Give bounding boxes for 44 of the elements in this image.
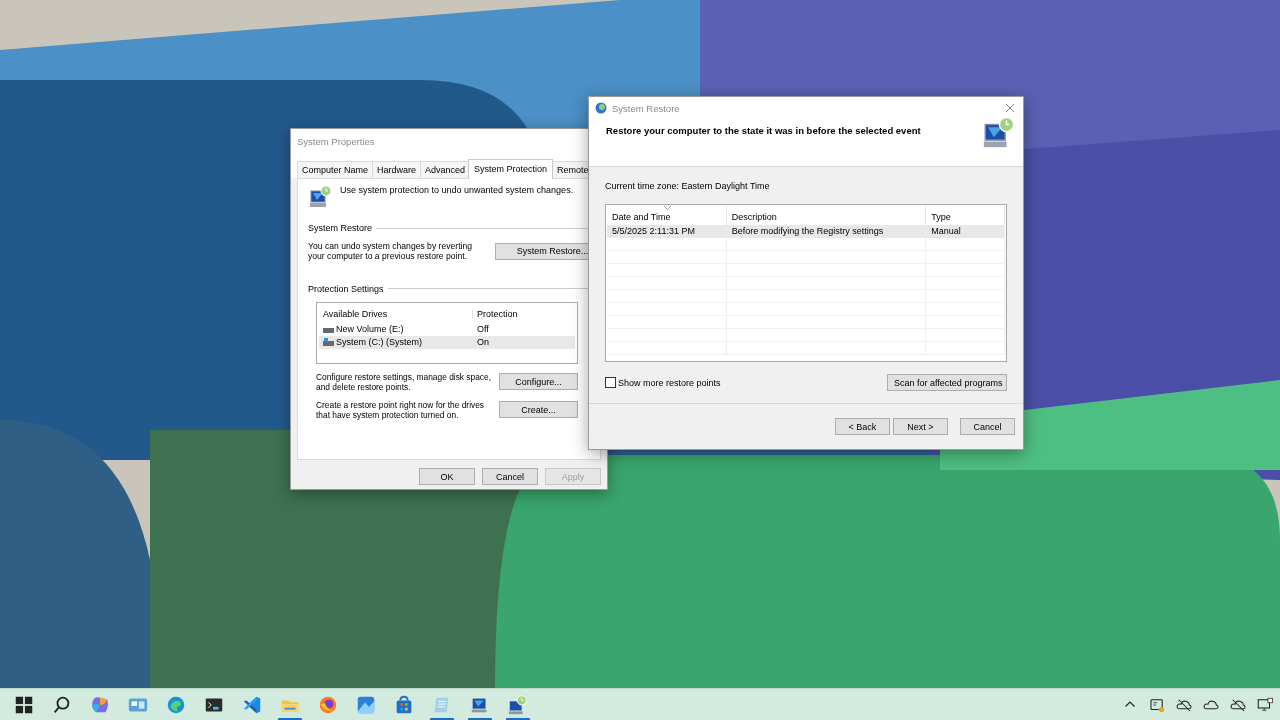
column-header[interactable]: Protection	[473, 308, 518, 319]
restore-point-row[interactable]: 5/5/2025 2:11:31 PM Before modifying the Registry settings Manual	[607, 225, 1005, 238]
group-heading: System Restore	[308, 223, 373, 233]
computer-clock-icon[interactable]	[507, 693, 529, 716]
drive-row[interactable]: New Volume (E:) Off	[319, 322, 575, 336]
dialog-button[interactable]: Cancel	[482, 468, 538, 485]
window-title: System Restore	[612, 102, 680, 114]
tab[interactable]: Hardware	[372, 161, 422, 178]
checkbox[interactable]	[605, 377, 616, 388]
intro-text: Use system protection to undo unwanted system changes.	[340, 185, 574, 195]
checkbox-label: Show more restore points	[618, 377, 721, 388]
protection-status: On	[476, 337, 489, 348]
action-description: Configure restore settings, manage disk space, and delete restore points.	[316, 371, 493, 392]
drive-row[interactable]: System (C:) (System) On	[319, 335, 575, 349]
table-cell: 5/5/2025 2:11:31 PM	[607, 225, 727, 238]
drive-icon	[323, 325, 334, 334]
scan-button[interactable]: Scan for affected programs	[887, 374, 1007, 391]
wizard-button[interactable]: Next >	[893, 418, 948, 435]
wizard-button[interactable]: < Back	[835, 418, 890, 435]
monitor-icon[interactable]	[1256, 695, 1274, 714]
column-header[interactable]: Available Drives	[319, 308, 473, 319]
restore-description: You can undo system changes by reverting your computer to a previous restore point.	[308, 241, 474, 262]
wizard-heading: Restore your computer to the state it was in before the selected event	[606, 125, 921, 136]
system-drive-icon	[323, 338, 334, 347]
dialog-button[interactable]: OK	[419, 468, 475, 485]
tab[interactable]: Computer Name	[297, 161, 374, 178]
tab[interactable]: System Protection	[468, 159, 554, 179]
wizard-button[interactable]: Cancel	[960, 418, 1015, 435]
computer-clock-icon	[981, 116, 1015, 150]
drive-name: System (C:) (System)	[336, 337, 422, 348]
action-description: Create a restore point right now for the drives that have system protection turned on.	[316, 399, 486, 420]
action-button[interactable]: Create...	[499, 401, 578, 419]
table-cell: Before modifying the Registry settings	[726, 225, 927, 238]
timezone-text: Current time zone: Eastern Daylight Time	[605, 181, 771, 191]
group-heading: Protection Settings	[308, 283, 384, 294]
drive-name: New Volume (E:)	[336, 324, 404, 335]
sort-caret-icon	[664, 206, 671, 210]
tab[interactable]: Advanced	[420, 161, 471, 178]
protection-status: Off	[476, 324, 489, 335]
computer-restore-icon	[308, 185, 332, 209]
restore-app-icon	[595, 102, 607, 114]
table-cell: Manual	[926, 225, 1005, 238]
action-button[interactable]: Configure...	[499, 373, 578, 391]
close-icon[interactable]	[1005, 103, 1015, 113]
